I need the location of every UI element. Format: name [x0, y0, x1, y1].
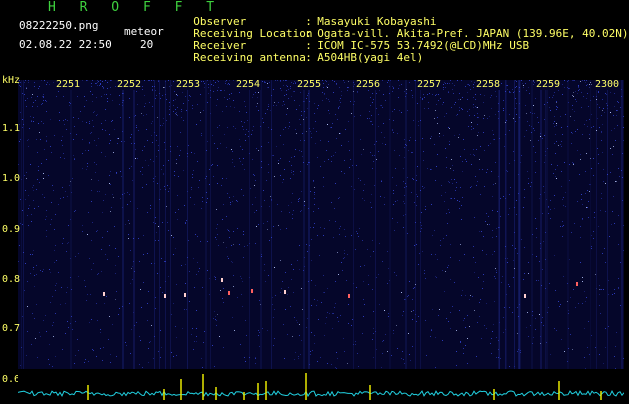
info-value: A504HB(yagi 4el) — [317, 51, 424, 64]
meteor-count: 20 — [140, 38, 154, 51]
x-tick-label: 2258 — [475, 79, 502, 90]
meteor-label: meteor — [124, 25, 164, 38]
x-tick-label: 2300 — [594, 79, 621, 90]
x-tick-label: 2255 — [296, 79, 323, 90]
date-time: 02.08.22 22:50 — [19, 38, 112, 51]
spectrogram-noise — [18, 80, 624, 369]
signal-level-trace — [17, 373, 625, 400]
x-tick-label: 2256 — [355, 79, 382, 90]
info-key: Receiving antenna — [193, 51, 306, 64]
y-tick-label: 0.9 — [2, 224, 21, 235]
x-tick-label: 2259 — [535, 79, 562, 90]
x-tick-label: 2254 — [235, 79, 262, 90]
x-tick-label: 2253 — [175, 79, 202, 90]
y-axis-unit: kHz — [2, 75, 21, 86]
info-antenna: Receiving antenna: A504HB(yagi 4el) — [193, 51, 424, 64]
y-tick-label: 0.8 — [2, 274, 21, 285]
y-tick-label: 1.0 — [2, 173, 21, 184]
signal-level-panel — [17, 369, 625, 400]
x-tick-label: 2252 — [116, 79, 143, 90]
x-tick-label: 2257 — [416, 79, 443, 90]
y-tick-label: 1.1 — [2, 123, 21, 134]
spectrogram[interactable] — [18, 80, 624, 369]
x-tick-label: 2251 — [55, 79, 82, 90]
y-tick-label: 0.7 — [2, 323, 21, 334]
file-name: 08222250.png — [19, 19, 99, 32]
